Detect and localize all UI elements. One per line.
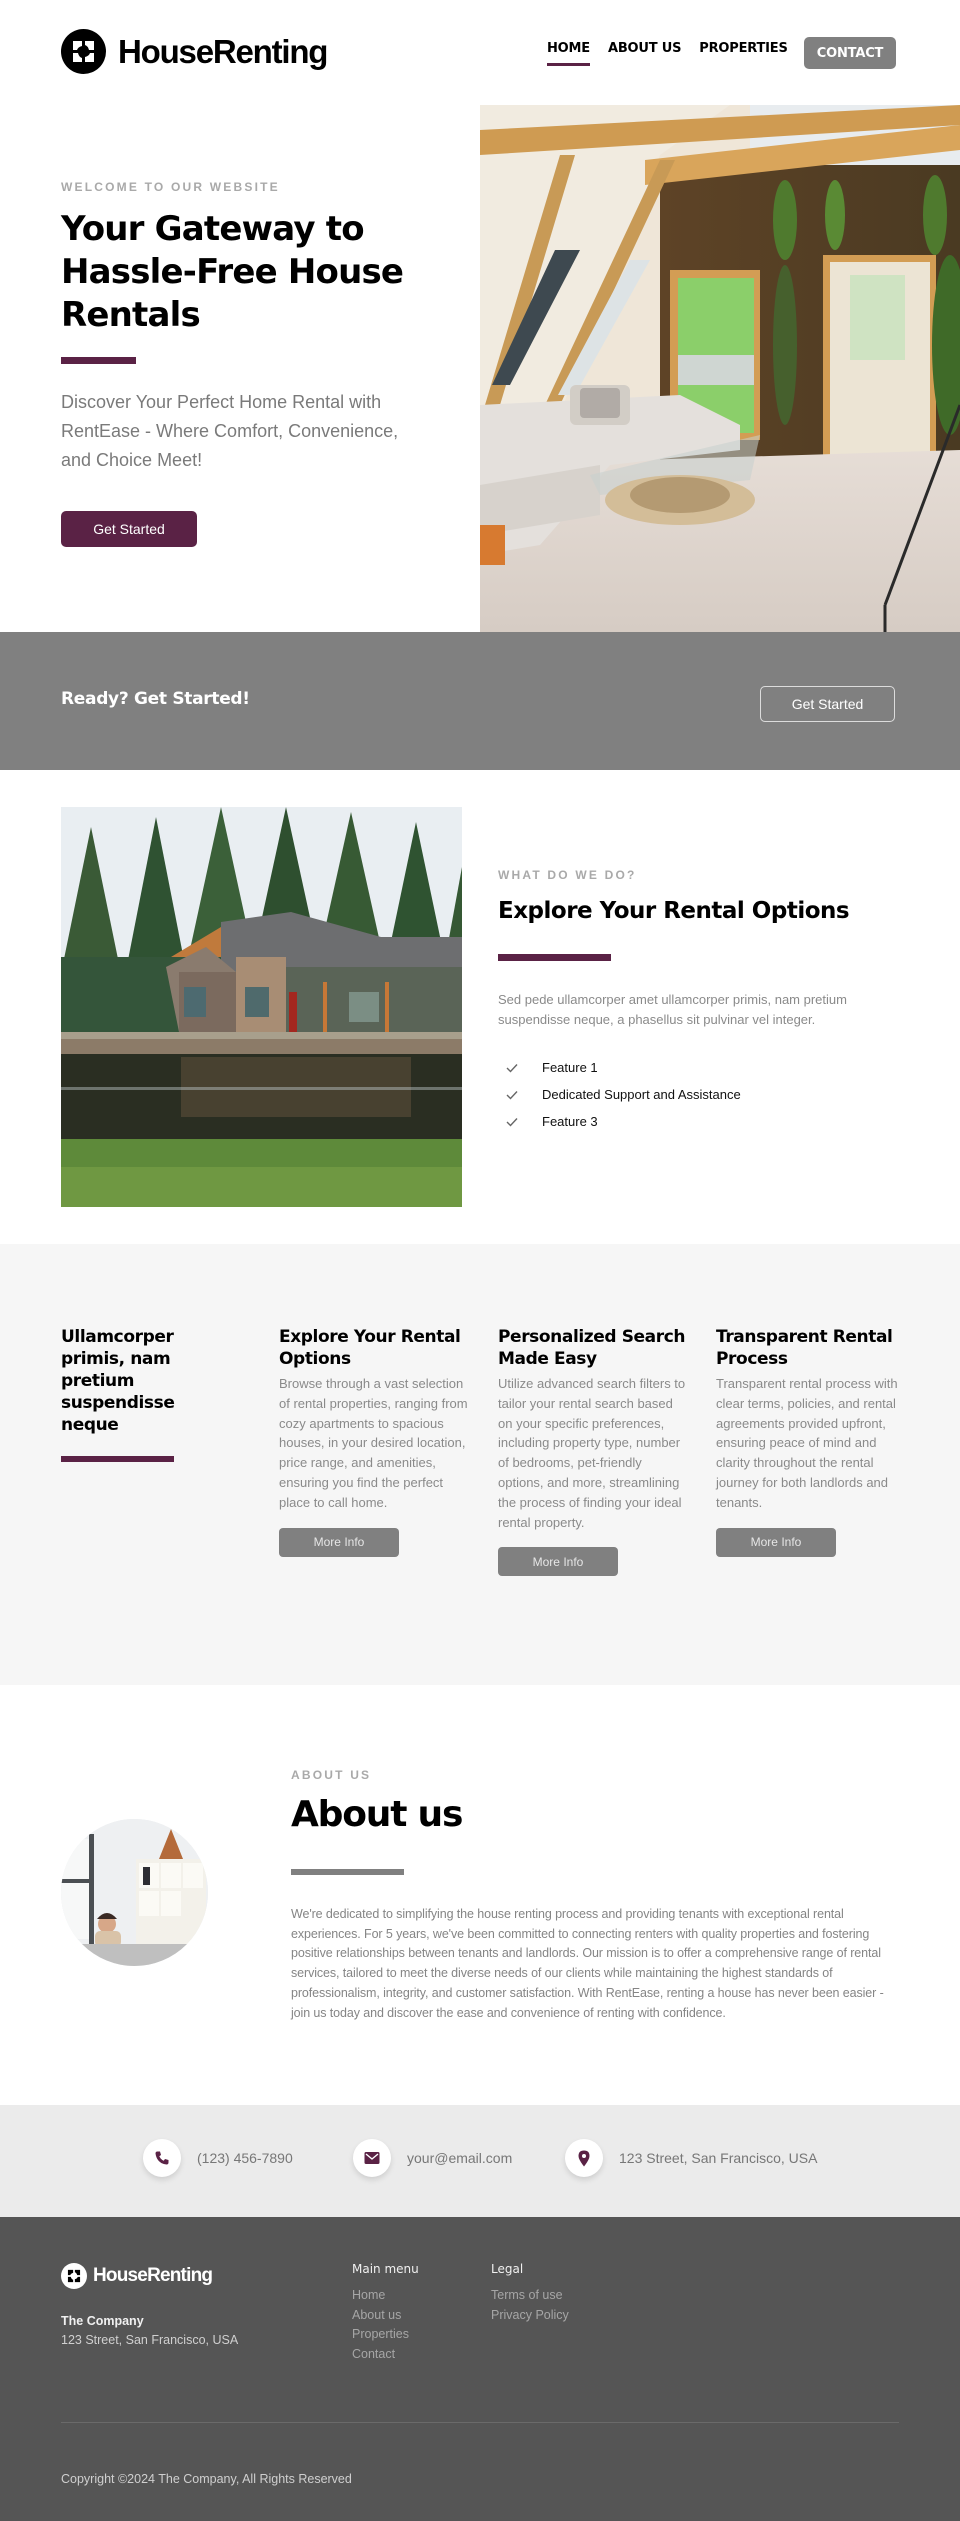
feature-label: Feature 1 bbox=[542, 1060, 598, 1075]
pinwheel-logo-icon bbox=[61, 29, 106, 74]
feature-label: Dedicated Support and Assistance bbox=[542, 1087, 741, 1102]
phone-icon bbox=[143, 2139, 181, 2177]
check-icon bbox=[506, 1117, 518, 1127]
service-title: Explore Your Rental Options bbox=[279, 1327, 461, 1369]
about-avatar bbox=[61, 1819, 208, 1966]
brand-name: HouseRenting bbox=[118, 32, 328, 70]
about-accent-bar bbox=[291, 1869, 404, 1875]
hero-subtitle: Discover Your Perfect Home Rental with R… bbox=[61, 392, 399, 470]
service-title: Personalized Search Made Easy bbox=[498, 1327, 686, 1369]
more-info-button[interactable]: More Info bbox=[716, 1527, 836, 1557]
hero-accent-bar bbox=[61, 357, 136, 364]
service-card: Explore Your Rental Options Browse throu… bbox=[279, 1326, 469, 1557]
nav-home[interactable]: HOME bbox=[547, 41, 590, 66]
cta-get-started-button[interactable]: Get Started bbox=[760, 686, 895, 722]
footer-column-title: Main menu bbox=[352, 2262, 419, 2276]
hero-eyebrow: WELCOME TO OUR WEBSITE bbox=[61, 180, 280, 194]
check-icon bbox=[506, 1063, 518, 1073]
site-header: HouseRenting HOME ABOUT US PROPERTIES CO… bbox=[0, 0, 960, 105]
contact-phone-text[interactable]: (123) 456-7890 bbox=[197, 2150, 293, 2166]
footer-brand-name: HouseRenting bbox=[93, 2265, 213, 2286]
map-pin-icon bbox=[565, 2139, 603, 2177]
hero-image bbox=[480, 105, 960, 632]
services-intro-title: Ullamcorper primis, nam pretium suspendi… bbox=[61, 1327, 175, 1435]
feature-item: Feature 1 bbox=[506, 1054, 741, 1081]
service-description: Utilize advanced search filters to tailo… bbox=[498, 1376, 686, 1530]
about-eyebrow: ABOUT US bbox=[291, 1768, 372, 1782]
contact-button[interactable]: CONTACT bbox=[804, 37, 896, 69]
feature-item: Dedicated Support and Assistance bbox=[506, 1081, 741, 1108]
footer-copyright: Copyright ©2024 The Company, All Rights … bbox=[61, 2472, 352, 2486]
footer-legal: Legal Terms of use Privacy Policy bbox=[491, 2262, 569, 2325]
footer-link-privacy[interactable]: Privacy Policy bbox=[491, 2306, 569, 2326]
get-started-button[interactable]: Get Started bbox=[61, 511, 197, 547]
contact-address: 123 Street, San Francisco, USA bbox=[565, 2139, 817, 2177]
features-eyebrow: WHAT DO WE DO? bbox=[498, 868, 637, 882]
service-description: Transparent rental process with clear te… bbox=[716, 1376, 898, 1510]
hero-text: WELCOME TO OUR WEBSITE Your Gateway to H… bbox=[61, 180, 431, 337]
site-footer: HouseRenting The Company 123 Street, San… bbox=[0, 2217, 960, 2521]
logo-link[interactable]: HouseRenting bbox=[61, 29, 328, 74]
service-card: Transparent Rental Process Transparent r… bbox=[716, 1326, 906, 1557]
features-accent-bar bbox=[498, 954, 611, 961]
contact-email-text[interactable]: your@email.com bbox=[407, 2150, 512, 2166]
footer-divider bbox=[61, 2422, 899, 2423]
contact-strip: (123) 456-7890 your@email.com 123 Street… bbox=[0, 2105, 960, 2217]
services-intro: Ullamcorper primis, nam pretium suspendi… bbox=[61, 1326, 236, 1462]
footer-column-title: Legal bbox=[491, 2262, 524, 2276]
feature-label: Feature 3 bbox=[542, 1114, 598, 1129]
main-nav: HOME ABOUT US PROPERTIES bbox=[547, 41, 806, 66]
footer-link-contact[interactable]: Contact bbox=[352, 2345, 419, 2365]
service-card: Personalized Search Made Easy Utilize ad… bbox=[498, 1326, 688, 1577]
contact-email: your@email.com bbox=[353, 2139, 512, 2177]
contact-address-text: 123 Street, San Francisco, USA bbox=[619, 2150, 818, 2166]
service-description: Browse through a vast selection of renta… bbox=[279, 1376, 468, 1510]
nav-about-us[interactable]: ABOUT US bbox=[608, 41, 681, 64]
about-title: About us bbox=[291, 1794, 463, 1835]
contact-phone: (123) 456-7890 bbox=[143, 2139, 293, 2177]
about-text: We're dedicated to simplifying the house… bbox=[291, 1907, 884, 2020]
features-description: Sed pede ullamcorper amet ullamcorper pr… bbox=[498, 992, 847, 1027]
footer-link-terms[interactable]: Terms of use bbox=[491, 2286, 569, 2306]
more-info-button[interactable]: More Info bbox=[498, 1547, 618, 1577]
house-image bbox=[61, 807, 462, 1207]
features-text: WHAT DO WE DO? Explore Your Rental Optio… bbox=[498, 868, 898, 924]
hero-title: Your Gateway to Hassle-Free House Rental… bbox=[61, 209, 404, 335]
footer-link-home[interactable]: Home bbox=[352, 2286, 419, 2306]
more-info-button[interactable]: More Info bbox=[279, 1527, 399, 1557]
cta-text: Ready? Get Started! bbox=[61, 689, 250, 709]
footer-address: 123 Street, San Francisco, USA bbox=[61, 2333, 239, 2347]
features-title: Explore Your Rental Options bbox=[498, 898, 850, 924]
footer-company: The Company bbox=[61, 2314, 144, 2328]
nav-properties[interactable]: PROPERTIES bbox=[699, 41, 788, 64]
feature-item: Feature 3 bbox=[506, 1108, 741, 1135]
services-section: Ullamcorper primis, nam pretium suspendi… bbox=[0, 1244, 960, 1685]
footer-link-properties[interactable]: Properties bbox=[352, 2325, 419, 2345]
footer-main-menu: Main menu Home About us Properties Conta… bbox=[352, 2262, 419, 2365]
footer-logo-link[interactable]: HouseRenting bbox=[61, 2263, 213, 2289]
cta-band: Ready? Get Started! Get Started bbox=[0, 632, 960, 770]
envelope-icon bbox=[353, 2139, 391, 2177]
check-icon bbox=[506, 1090, 518, 1100]
footer-link-about-us[interactable]: About us bbox=[352, 2306, 419, 2326]
services-accent-bar bbox=[61, 1456, 174, 1462]
pinwheel-logo-icon bbox=[61, 2263, 87, 2289]
service-title: Transparent Rental Process bbox=[716, 1327, 893, 1369]
features-list: Feature 1 Dedicated Support and Assistan… bbox=[506, 1054, 741, 1135]
